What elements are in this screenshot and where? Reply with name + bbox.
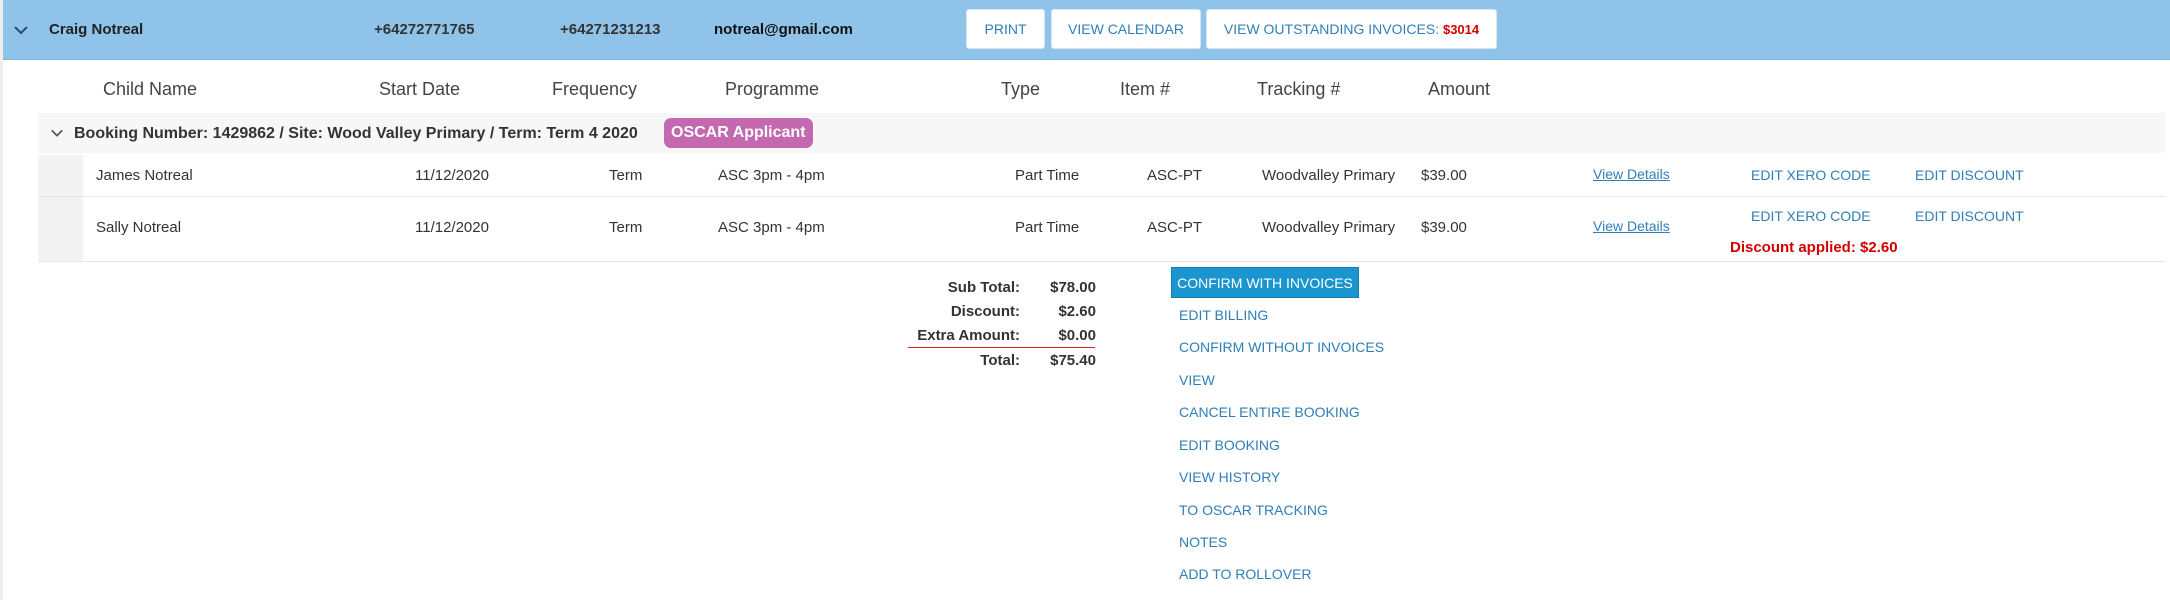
confirm-with-invoices-button[interactable]: CONFIRM WITH INVOICES — [1171, 267, 1359, 298]
edit-billing-link[interactable]: EDIT BILLING — [1179, 307, 1268, 323]
column-header-amount: Amount — [1428, 79, 1491, 99]
sub-total-label: Sub Total: — [947, 279, 1020, 296]
booking-title: Booking Number: 1429862 / Site: Wood Val… — [74, 125, 638, 142]
view-details-link[interactable]: View Details — [1593, 218, 1670, 234]
amount: $39.00 — [1421, 167, 1467, 184]
edit-xero-code-link[interactable]: EDIT XERO CODE — [1751, 208, 1871, 224]
row-stub — [38, 197, 83, 261]
amount: $39.00 — [1421, 219, 1467, 236]
child-name: James Notreal — [96, 167, 193, 184]
frequency: Term — [609, 167, 643, 184]
customer-email: notreal@gmail.com — [714, 21, 853, 38]
edit-discount-link[interactable]: EDIT DISCOUNT — [1915, 208, 2024, 224]
chevron-down-icon[interactable] — [13, 22, 29, 38]
to-oscar-tracking-link[interactable]: TO OSCAR TRACKING — [1179, 502, 1328, 518]
add-to-rollover-link[interactable]: ADD TO ROLLOVER — [1179, 566, 1312, 582]
sub-total-value: $78.00 — [1050, 279, 1096, 296]
booking-header: Booking Number: 1429862 / Site: Wood Val… — [38, 113, 2165, 153]
table-row: James Notreal 11/12/2020 Term ASC 3pm - … — [38, 155, 2165, 197]
view-calendar-button[interactable]: VIEW CALENDAR — [1051, 9, 1201, 49]
discount-label: Discount: — [950, 303, 1020, 320]
edit-xero-code-link[interactable]: EDIT XERO CODE — [1751, 167, 1871, 183]
customer-header: Craig Notreal +64272771765 +64271231213 … — [3, 0, 2170, 60]
tracking-number: Woodvalley Primary — [1262, 167, 1396, 184]
table-row: Sally Notreal 11/12/2020 Term ASC 3pm - … — [38, 197, 2165, 262]
start-date: 11/12/2020 — [415, 167, 489, 184]
edit-discount-link[interactable]: EDIT DISCOUNT — [1915, 167, 2024, 183]
column-header-programme: Programme — [725, 79, 820, 99]
cancel-entire-booking-link[interactable]: CANCEL ENTIRE BOOKING — [1179, 404, 1360, 420]
edit-booking-link[interactable]: EDIT BOOKING — [1179, 437, 1280, 453]
type: Part Time — [1015, 167, 1080, 184]
programme: ASC 3pm - 4pm — [718, 167, 825, 184]
tracking-number: Woodvalley Primary — [1262, 219, 1396, 236]
discount-value: $2.60 — [1058, 303, 1096, 320]
total-label: Total: — [980, 352, 1020, 369]
chevron-down-icon[interactable] — [50, 126, 64, 140]
column-header-tracking-number: Tracking # — [1257, 79, 1341, 99]
view-history-link[interactable]: VIEW HISTORY — [1179, 469, 1280, 485]
extra-amount-value: $0.00 — [1058, 327, 1096, 344]
outstanding-invoices-amount: $3014 — [1442, 22, 1480, 37]
programme: ASC 3pm - 4pm — [718, 219, 825, 236]
item-number: ASC-PT — [1147, 167, 1203, 184]
column-header-type: Type — [1001, 79, 1041, 99]
outstanding-invoices-label: VIEW OUTSTANDING INVOICES: — [1223, 21, 1440, 37]
oscar-applicant-badge: OSCAR Applicant — [664, 118, 813, 148]
customer-phone-secondary: +64271231213 — [560, 21, 661, 38]
page-frame — [0, 0, 2170, 600]
column-header-child-name: Child Name — [103, 79, 198, 99]
notes-link[interactable]: NOTES — [1179, 534, 1227, 550]
start-date: 11/12/2020 — [415, 219, 489, 236]
discount-applied-text: Discount applied: $2.60 — [1730, 239, 1898, 256]
view-details-link[interactable]: View Details — [1593, 166, 1670, 182]
frequency: Term — [609, 219, 643, 236]
print-button[interactable]: PRINT — [966, 9, 1045, 49]
column-header-frequency: Frequency — [552, 79, 638, 99]
extra-amount-label: Extra Amount: — [917, 327, 1020, 344]
type: Part Time — [1015, 219, 1080, 236]
column-header-item-number: Item # — [1120, 79, 1171, 99]
view-link[interactable]: VIEW — [1179, 372, 1215, 388]
totals-divider — [908, 347, 1095, 348]
total-value: $75.40 — [1050, 352, 1096, 369]
column-header-start-date: Start Date — [379, 79, 461, 99]
customer-phone-primary: +64272771765 — [374, 21, 475, 38]
row-stub — [38, 155, 83, 196]
child-name: Sally Notreal — [96, 219, 182, 236]
item-number: ASC-PT — [1147, 219, 1203, 236]
view-outstanding-invoices-button[interactable]: VIEW OUTSTANDING INVOICES: $3014 — [1206, 9, 1497, 49]
customer-name: Craig Notreal — [49, 21, 144, 38]
confirm-without-invoices-link[interactable]: CONFIRM WITHOUT INVOICES — [1179, 339, 1384, 355]
